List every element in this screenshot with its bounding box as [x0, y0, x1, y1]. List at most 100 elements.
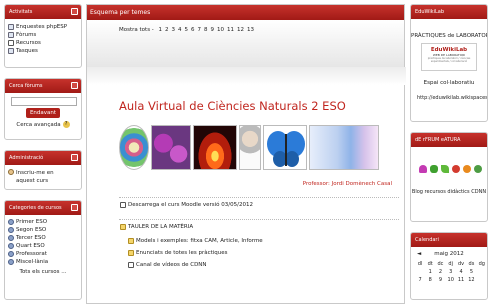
resource-models[interactable]: Models i exemples: fitxa CAM, Article, I… — [125, 237, 263, 245]
thumb-flowers-image — [151, 125, 191, 170]
forum-header: dE rFRUM eATURA — [411, 133, 487, 147]
category-item-segon[interactable]: Segon ESO — [5, 226, 81, 234]
forum-icon — [8, 32, 14, 38]
folder-icon — [128, 238, 134, 244]
course-title: Aula Virtual de Ciències Naturals 2 ESO — [119, 99, 346, 113]
categories-block: Categories de cursos Primer ESO Segon ES… — [4, 200, 82, 300]
page-link-5[interactable]: 5 — [185, 27, 189, 33]
block-toggle-icon[interactable] — [71, 204, 78, 211]
page-link-3[interactable]: 3 — [172, 27, 176, 33]
edu-subtitle: PRÀCTIQUES de LABORATORI — [411, 33, 488, 39]
eduwikilab-logo[interactable]: EduWikiLab WEB DE LABORATORI pràctiques … — [421, 43, 477, 71]
page-link-10[interactable]: 10 — [217, 27, 224, 33]
category-icon — [8, 235, 14, 241]
activity-item-recursos[interactable]: Recursos — [5, 39, 81, 47]
page-links: 1 2 3 4 5 6 7 8 9 10 11 12 13 — [156, 27, 255, 33]
main-content: Esquema per temes Mostra tots - 12345678… — [86, 4, 406, 304]
forum-icons — [419, 165, 487, 173]
main-title: Esquema per temes — [90, 9, 151, 16]
activity-item-forums[interactable]: Fòrums — [5, 31, 81, 39]
category-icon — [8, 219, 14, 225]
thumb-butterfly-image — [263, 125, 307, 170]
page-link-6[interactable]: 6 — [191, 27, 195, 33]
cerca-block: Cerca fòrums Endavant Cerca avançada ? — [4, 78, 82, 140]
cerca-title: Cerca fòrums — [9, 83, 43, 89]
resource-videos[interactable]: Canal de vídeos de CDNN — [125, 261, 207, 269]
category-item-miscellania[interactable]: Miscel·lània — [5, 258, 81, 266]
edu-url-link[interactable]: http://eduwikilab.wikispaces.com — [411, 95, 487, 101]
page-link-7[interactable]: 7 — [198, 27, 202, 33]
section-shade — [87, 67, 406, 85]
activitats-block: Activitats Enquestes phpESP Fòrums Recur… — [4, 4, 82, 68]
resource-icon — [8, 40, 14, 46]
calendar-header: Calendari — [411, 233, 487, 247]
forum-block: dE rFRUM eATURA Blog recursos didàctics … — [410, 132, 488, 222]
categories-title: Categories de cursos — [9, 205, 62, 211]
activity-item-enquestes[interactable]: Enquestes phpESP — [5, 23, 81, 31]
folder-icon — [128, 250, 134, 256]
enrol-link[interactable]: Inscriu-me en aquest curs — [16, 169, 72, 185]
category-item-tercer[interactable]: Tercer ESO — [5, 234, 81, 242]
assignment-icon — [8, 48, 14, 54]
section-heading: TAULER DE LA MATÈRIA — [117, 223, 193, 231]
document-icon — [128, 262, 134, 268]
calendar-block: Calendari ◄ maig 2012 ► dldtdcdjdvdsdg 1… — [410, 232, 488, 300]
advanced-search-link[interactable]: Cerca avançada — [16, 122, 60, 128]
calendar-month: maig 2012 — [434, 251, 464, 257]
category-icon — [8, 243, 14, 249]
calendar-grid: dl dt dc dj dv ds dg 12345 7 8 9 10 11 12 — [417, 261, 485, 283]
prev-month-icon[interactable]: ◄ — [417, 251, 421, 257]
search-go-button[interactable]: Endavant — [25, 108, 61, 118]
page-link-1[interactable]: 1 — [159, 27, 163, 33]
block-toggle-icon[interactable] — [71, 82, 78, 89]
main-header: Esquema per temes — [87, 5, 404, 20]
activitats-title: Activitats — [9, 9, 33, 15]
page-link-11[interactable]: 11 — [227, 27, 234, 33]
category-item-quart[interactable]: Quart ESO — [5, 242, 81, 250]
page-link-9[interactable]: 9 — [211, 27, 215, 33]
block-toggle-icon[interactable] — [71, 8, 78, 15]
category-icon — [8, 259, 14, 265]
butterfly-icon — [419, 165, 427, 173]
fruit-icon — [463, 165, 471, 173]
thumb-volcano-image — [193, 125, 237, 170]
eduwikilab-header: EduWikiLab — [411, 5, 487, 19]
eduwikilab-block: EduWikiLab PRÀCTIQUES de LABORATORI EduW… — [410, 4, 488, 122]
bug-icon — [452, 165, 460, 173]
resource-enunciats[interactable]: Enunciats de totes les pràctiques — [125, 249, 228, 257]
category-icon — [8, 227, 14, 233]
page-link-4[interactable]: 4 — [178, 27, 182, 33]
administracio-block: Administració Inscriu-me en aquest curs — [4, 150, 82, 190]
paging-bar: Mostra tots - 1 2 3 4 5 6 7 8 9 10 11 12 13 — [87, 20, 404, 68]
block-toggle-icon[interactable] — [71, 154, 78, 161]
page-link-13[interactable]: 13 — [247, 27, 254, 33]
frog-icon — [474, 165, 482, 173]
forum-caption[interactable]: Blog recursos didàctics CDNN — [411, 189, 487, 195]
page-link-2[interactable]: 2 — [165, 27, 169, 33]
categories-header: Categories de cursos — [5, 201, 81, 215]
category-item-primer[interactable]: Primer ESO — [5, 218, 81, 226]
help-icon[interactable]: ? — [62, 121, 70, 128]
document-icon — [120, 202, 126, 208]
all-courses-link[interactable]: Tots els cursos ... — [20, 269, 67, 275]
lizard-icon — [430, 165, 438, 173]
teacher-name: Professor: Jordi Domènech Casal — [302, 181, 392, 187]
administracio-header: Administració — [5, 151, 81, 165]
edu-space-label: Espai col·laboratiu — [423, 80, 475, 86]
page-link-8[interactable]: 8 — [204, 27, 208, 33]
category-item-professorat[interactable]: Professorat — [5, 250, 81, 258]
board-icon — [120, 224, 126, 230]
thumb-lab-flasks-image — [309, 125, 379, 170]
show-all-link[interactable]: Mostra tots - — [119, 27, 154, 33]
cerca-header: Cerca fòrums — [5, 79, 81, 93]
leaf-icon — [441, 165, 449, 173]
page-link-12[interactable]: 12 — [237, 27, 244, 33]
forum-search-input[interactable] — [11, 97, 77, 106]
category-icon — [8, 251, 14, 257]
activity-item-tasques[interactable]: Tasques — [5, 47, 81, 55]
survey-icon — [8, 24, 14, 30]
thumb-scientist-image — [239, 125, 261, 170]
enrol-icon — [8, 169, 14, 175]
download-course-link[interactable]: Descarrega el curs Moodle versió 03/05/2… — [117, 201, 253, 209]
thumb-cells-image — [119, 125, 149, 170]
